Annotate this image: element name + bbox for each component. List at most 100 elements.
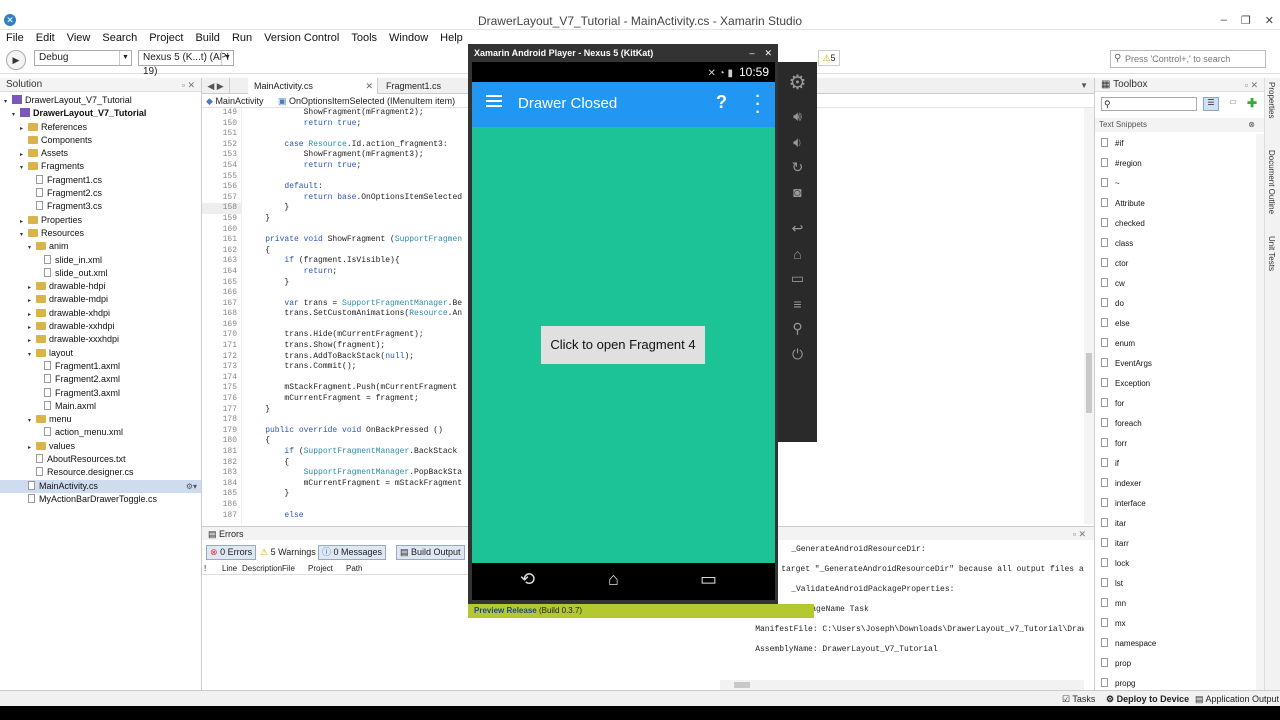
solution-tree-item[interactable]: MainActivity.cs ⚙▾ [0, 479, 201, 493]
application-output-button[interactable]: ▤ Application Output [1195, 691, 1279, 707]
home-icon[interactable]: ⌂ [778, 246, 817, 262]
snippet-item[interactable]: mn [1101, 594, 1126, 614]
column-file[interactable]: File [282, 563, 295, 575]
breadcrumb-method[interactable]: OnOptionsItemSelected (IMenuItem item) [289, 96, 455, 106]
toolbox-scrollbar[interactable] [1256, 134, 1264, 690]
snippet-item[interactable]: foreach [1101, 414, 1142, 434]
column-severity[interactable]: ! [204, 563, 206, 575]
snippet-item[interactable]: forr [1101, 434, 1127, 454]
side-tab-unit-tests[interactable]: Unit Tests [1267, 236, 1276, 271]
menu-project[interactable]: Project [143, 30, 189, 46]
side-tab-properties[interactable]: Properties [1267, 82, 1276, 118]
snippet-item[interactable]: lst [1101, 574, 1123, 594]
solution-tree-item[interactable]: ▸ References [0, 121, 201, 134]
menu-version-control[interactable]: Version Control [258, 30, 345, 46]
solution-tree-item[interactable]: ▾ Fragments [0, 160, 201, 173]
menu-edit[interactable]: Edit [30, 30, 61, 46]
settings-gear-icon[interactable]: ⚙ [778, 70, 817, 95]
device-select[interactable]: Nexus 5 (K...t) (API 19) ▼ [138, 50, 234, 77]
solution-tree-item[interactable]: ▸ Properties [0, 214, 201, 227]
solution-tree-item[interactable]: AboutResources.txt [0, 453, 201, 466]
menu-icon[interactable]: ≡ [778, 296, 817, 312]
solution-tree-item[interactable]: ▾ menu [0, 413, 201, 426]
breadcrumb-class[interactable]: MainActivity [215, 96, 263, 106]
solution-tree-item[interactable]: slide_out.xml [0, 267, 201, 280]
snippet-item[interactable]: itar [1101, 514, 1126, 534]
snippet-item[interactable]: enum [1101, 334, 1135, 354]
toolbox-search-input[interactable]: ⚲ [1101, 97, 1197, 111]
snippet-item[interactable]: Attribute [1101, 194, 1145, 214]
configuration-select[interactable]: Debug ▼ [34, 50, 132, 66]
menu-view[interactable]: View [61, 30, 97, 46]
menu-file[interactable]: File [0, 30, 30, 46]
rotate-icon[interactable]: ↻ [778, 159, 817, 176]
snippet-item[interactable]: propg [1101, 674, 1135, 690]
solution-tree-item[interactable]: ▸ drawable-xxxhdpi [0, 333, 201, 346]
text-snippets-section[interactable]: Text Snippets ⊗ [1095, 118, 1265, 132]
help-icon[interactable]: ? [716, 92, 727, 113]
snippet-item[interactable]: #region [1101, 154, 1142, 174]
close-icon[interactable]: ✕ [365, 78, 373, 94]
solution-tree-item[interactable]: slide_in.xml [0, 254, 201, 267]
build-output-button[interactable]: ▤ Build Output [396, 545, 465, 560]
close-button[interactable]: ✕ [1265, 14, 1274, 27]
close-icon[interactable]: ▫ ✕ [1073, 527, 1086, 541]
compact-view-icon[interactable]: ▭ [1225, 97, 1241, 111]
deploy-button[interactable]: ⚙ Deploy to Device [1106, 691, 1189, 707]
warning-status[interactable]: ⚠5 [818, 50, 840, 66]
add-icon[interactable]: ✚ [1247, 97, 1261, 111]
solution-tree-item[interactable]: Components [0, 134, 201, 147]
close-icon[interactable]: ⊗ [1248, 118, 1255, 132]
warnings-toggle-button[interactable]: ⚠ 5 Warnings [256, 545, 320, 560]
solution-tree-item[interactable]: ▾ anim [0, 240, 201, 253]
menu-tools[interactable]: Tools [345, 30, 383, 46]
menu-build[interactable]: Build [189, 30, 225, 46]
snippet-item[interactable]: interface [1101, 494, 1146, 514]
close-icon[interactable]: ▫ ✕ [182, 78, 195, 92]
global-search-input[interactable]: ⚲ Press 'Control+,' to search [1110, 50, 1266, 68]
snippet-item[interactable]: Exception [1101, 374, 1150, 394]
hamburger-menu-icon[interactable] [486, 95, 502, 107]
menu-window[interactable]: Window [383, 30, 434, 46]
power-icon[interactable]: ⏻ [778, 346, 817, 363]
snippet-item[interactable]: class [1101, 234, 1133, 254]
menu-help[interactable]: Help [434, 30, 469, 46]
zoom-icon[interactable]: ⚲ [778, 320, 817, 337]
solution-tree-item[interactable]: ▸ values [0, 440, 201, 453]
tab-fragment1[interactable]: Fragment1.cs [380, 78, 470, 94]
solution-tree-item[interactable]: Resource.designer.cs [0, 466, 201, 479]
list-view-icon[interactable]: ☰ [1203, 97, 1219, 111]
close-icon[interactable]: ▫ ✕ [1245, 78, 1258, 92]
item-options-icon[interactable]: ⚙▾ [186, 480, 197, 493]
snippet-item[interactable]: EventArgs [1101, 354, 1152, 374]
snippet-item[interactable]: #if [1101, 134, 1123, 154]
open-fragment-4-button[interactable]: Click to open Fragment 4 [541, 326, 705, 364]
minimize-button[interactable]: – [1221, 14, 1227, 27]
snippet-item[interactable]: indexer [1101, 474, 1141, 494]
tab-mainactivity[interactable]: MainActivity.cs ✕ [248, 78, 378, 94]
snippet-item[interactable]: ~ [1101, 174, 1120, 194]
column-line[interactable]: Line [222, 563, 237, 575]
solution-tree-item[interactable]: MyActionBarDrawerToggle.cs [0, 493, 201, 506]
solution-tree-item[interactable]: ▾ Resources [0, 227, 201, 240]
recents-nav-icon[interactable]: ▭ [700, 569, 717, 590]
volume-up-icon[interactable]: 🔊︎ [778, 108, 817, 125]
snippet-item[interactable]: cw [1101, 274, 1125, 294]
solution-tree-item[interactable]: ▸ drawable-mdpi [0, 293, 201, 306]
column-project[interactable]: Project [308, 563, 333, 575]
column-path[interactable]: Path [346, 563, 362, 575]
output-hscrollbar[interactable] [720, 680, 1084, 690]
solution-tree-item[interactable]: ▾ layout [0, 347, 201, 360]
scroll-thumb[interactable] [1086, 353, 1092, 413]
solution-tree-item[interactable]: Fragment3.axml [0, 387, 201, 400]
solution-tree-item[interactable]: Fragment2.axml [0, 373, 201, 386]
menu-search[interactable]: Search [96, 30, 143, 46]
solution-tree-item[interactable]: ▸ Assets [0, 147, 201, 160]
snippet-item[interactable]: if [1101, 454, 1119, 474]
chevron-down-icon[interactable]: ▼ [1080, 78, 1088, 94]
solution-tree-item[interactable]: Main.axml [0, 400, 201, 413]
tab-nav-arrows[interactable]: ◀ ▶ [202, 78, 230, 94]
home-nav-icon[interactable]: ⌂ [608, 569, 619, 590]
snippet-item[interactable]: prop [1101, 654, 1131, 674]
snippet-item[interactable]: checked [1101, 214, 1145, 234]
